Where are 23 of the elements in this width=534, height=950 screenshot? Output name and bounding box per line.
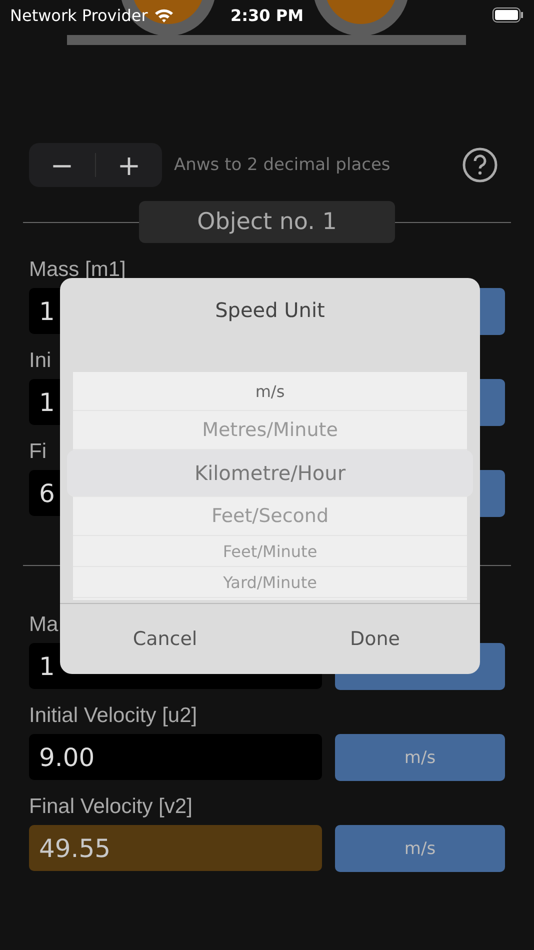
minus-button[interactable]: − <box>29 143 95 187</box>
carrier-name: Network Provider <box>10 6 148 24</box>
clock-time: 2:30 PM <box>230 6 304 25</box>
field-label: Final Velocity [v2] <box>29 795 192 820</box>
unit-button[interactable]: m/s <box>335 825 505 872</box>
value-field[interactable]: 9.00 <box>29 734 322 780</box>
picker-option[interactable]: Kilometre/Hour <box>67 450 473 497</box>
unit-button[interactable]: m/s <box>335 734 505 781</box>
field-label: Ma <box>29 613 58 638</box>
object-title: Object no. 1 <box>139 201 395 243</box>
value-field[interactable]: 49.55 <box>29 825 322 871</box>
precision-label: Anws to 2 decimal places <box>174 155 390 175</box>
field-label: Fi <box>29 440 46 465</box>
cancel-button[interactable]: Cancel <box>60 604 270 674</box>
help-icon[interactable] <box>462 147 498 183</box>
done-button[interactable]: Done <box>270 604 480 674</box>
field-label: Initial Velocity [u2] <box>29 704 198 729</box>
battery-icon <box>492 7 524 23</box>
field-label: Ini <box>29 349 52 374</box>
picker-option[interactable]: m/s <box>73 372 467 411</box>
plus-button[interactable]: + <box>96 143 162 187</box>
wifi-icon <box>154 8 174 22</box>
dialog-title: Speed Unit <box>215 298 325 322</box>
